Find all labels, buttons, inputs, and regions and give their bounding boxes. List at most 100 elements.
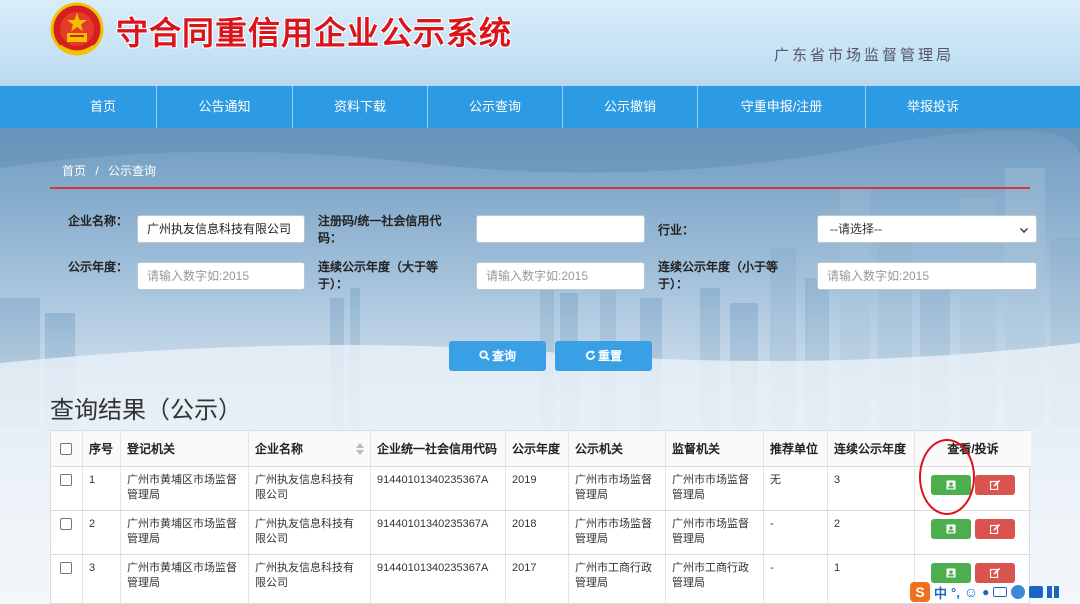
site-header: 守合同重信用企业公示系统 广东省市场监督管理局 — [0, 0, 1080, 86]
cell-recommender: - — [764, 511, 828, 554]
cell-reg-org: 广州市黄埔区市场监督管理局 — [121, 511, 249, 554]
reset-button-label: 重置 — [597, 349, 622, 363]
breadcrumb-home[interactable]: 首页 — [62, 164, 86, 178]
highlight-circle-annotation — [919, 439, 975, 515]
query-button-label: 查询 — [491, 349, 516, 363]
chevron-down-icon — [1020, 225, 1028, 233]
industry-select[interactable]: --请选择-- — [817, 215, 1037, 243]
view-button[interactable] — [931, 519, 971, 539]
grid-menu-icon[interactable] — [1047, 586, 1060, 598]
site-title: 守合同重信用企业公示系统 — [116, 14, 513, 52]
microphone-icon[interactable]: ● — [982, 585, 989, 599]
query-button[interactable]: 查询 — [449, 341, 546, 371]
year-label: 公示年度： — [68, 260, 129, 274]
complaint-button[interactable] — [975, 519, 1015, 539]
col-header-pub-org: 公示机关 — [569, 431, 666, 466]
col-header-company[interactable]: 企业名称 — [249, 431, 371, 466]
main-nav: 首页 公告通知 资料下载 公示查询 公示撤销 守重申报/注册 举报投诉 — [0, 86, 1080, 128]
skin-icon[interactable] — [1029, 586, 1044, 598]
results-table: 序号 登记机关 企业名称 企业统一社会信用代码 公示年度 公示机关 监督机关 推… — [50, 430, 1031, 604]
table-row: 1 广州市黄埔区市场监督管理局 广州执友信息科技有限公司 91440101340… — [51, 467, 1031, 511]
col-header-company-label: 企业名称 — [255, 442, 304, 456]
cell-company: 广州执友信息科技有限公司 — [249, 467, 371, 510]
industry-label: 行业： — [658, 223, 695, 237]
nav-item-home[interactable]: 首页 — [50, 86, 157, 128]
industry-select-value: --请选择-- — [830, 222, 882, 236]
year-input[interactable]: 请输入数字如:2015 — [137, 262, 305, 290]
cell-year: 2017 — [506, 555, 569, 604]
col-header-recommender: 推荐单位 — [764, 431, 828, 466]
cell-sup-org: 广州市工商行政管理局 — [666, 555, 764, 604]
select-all-cell — [51, 431, 83, 466]
ime-punctuation-toggle[interactable]: °, — [951, 585, 960, 600]
col-header-sup-org: 监督机关 — [666, 431, 764, 466]
row-checkbox[interactable] — [60, 518, 72, 530]
cell-consec: 2 — [828, 511, 915, 554]
cell-sup-org: 广州市市场监督管理局 — [666, 511, 764, 554]
cell-consec: 1 — [828, 555, 915, 604]
reset-button[interactable]: 重置 — [555, 341, 652, 371]
cell-pub-org: 广州市市场监督管理局 — [569, 511, 666, 554]
consec-gt-input[interactable]: 请输入数字如:2015 — [476, 262, 645, 290]
user-icon[interactable] — [1011, 585, 1026, 599]
sogou-logo-icon[interactable]: S — [910, 582, 930, 602]
complaint-button[interactable] — [975, 475, 1015, 495]
row-checkbox[interactable] — [60, 562, 72, 574]
breadcrumb-divider — [50, 187, 1030, 189]
col-header-credit-code: 企业统一社会信用代码 — [371, 431, 506, 466]
edit-icon — [990, 524, 1000, 534]
cell-no: 3 — [83, 555, 121, 604]
emoji-icon[interactable]: ☺ — [964, 584, 978, 600]
national-emblem-icon — [50, 2, 104, 56]
col-header-reg-org: 登记机关 — [121, 431, 249, 466]
company-name-label: 企业名称： — [68, 214, 129, 228]
consec-lt-input[interactable]: 请输入数字如:2015 — [817, 262, 1037, 290]
cell-pub-org: 广州市工商行政管理局 — [569, 555, 666, 604]
nav-item-revoke[interactable]: 公示撤销 — [563, 86, 698, 128]
cell-credit-code: 91440101340235367A — [371, 511, 506, 554]
nav-item-apply-register[interactable]: 守重申报/注册 — [698, 86, 866, 128]
select-all-checkbox[interactable] — [60, 443, 72, 455]
reg-code-label: 注册码/统一社会信用代码： — [318, 214, 442, 245]
consec-lt-label: 连续公示年度（小于等于）： — [658, 260, 779, 291]
cell-no: 2 — [83, 511, 121, 554]
cell-pub-org: 广州市市场监督管理局 — [569, 467, 666, 510]
cell-reg-org: 广州市黄埔区市场监督管理局 — [121, 555, 249, 604]
consec-gt-label: 连续公示年度（大于等于）： — [318, 260, 439, 291]
table-row: 3 广州市黄埔区市场监督管理局 广州执友信息科技有限公司 91440101340… — [51, 555, 1031, 604]
breadcrumb-current: 公示查询 — [108, 164, 157, 178]
refresh-icon — [585, 350, 596, 360]
nav-item-downloads[interactable]: 资料下载 — [293, 86, 428, 128]
row-select-cell — [51, 555, 83, 604]
results-title: 查询结果（公示） — [50, 397, 242, 424]
col-header-consec: 连续公示年度 — [828, 431, 915, 466]
cell-sup-org: 广州市市场监督管理局 — [666, 467, 764, 510]
keyboard-icon[interactable] — [993, 587, 1008, 597]
nav-item-complaints[interactable]: 举报投诉 — [866, 86, 1000, 128]
ime-mode-toggle[interactable]: 中 — [934, 583, 947, 602]
cell-recommender: 无 — [764, 467, 828, 510]
table-header-row: 序号 登记机关 企业名称 企业统一社会信用代码 公示年度 公示机关 监督机关 推… — [51, 431, 1031, 467]
reg-code-input[interactable] — [476, 215, 645, 243]
ime-toolbar: S 中 °, ☺ ● — [906, 580, 1080, 604]
cell-consec: 3 — [828, 467, 915, 510]
site-subtitle: 广东省市场监督管理局 — [774, 47, 955, 64]
search-icon — [479, 350, 490, 361]
breadcrumb-separator: / — [95, 164, 99, 178]
nav-item-query[interactable]: 公示查询 — [428, 86, 563, 128]
cell-no: 1 — [83, 467, 121, 510]
row-select-cell — [51, 467, 83, 510]
col-header-year: 公示年度 — [506, 431, 569, 466]
nav-item-notices[interactable]: 公告通知 — [157, 86, 293, 128]
cell-company: 广州执友信息科技有限公司 — [249, 511, 371, 554]
cell-year: 2018 — [506, 511, 569, 554]
cell-reg-org: 广州市黄埔区市场监督管理局 — [121, 467, 249, 510]
company-name-input[interactable]: 广州执友信息科技有限公司 — [137, 215, 305, 243]
row-checkbox[interactable] — [60, 474, 72, 486]
cell-company: 广州执友信息科技有限公司 — [249, 555, 371, 604]
breadcrumb: 首页 / 公示查询 — [50, 162, 1030, 188]
cell-credit-code: 91440101340235367A — [371, 467, 506, 510]
cell-year: 2019 — [506, 467, 569, 510]
edit-icon — [990, 568, 1000, 578]
user-card-icon — [946, 524, 956, 534]
